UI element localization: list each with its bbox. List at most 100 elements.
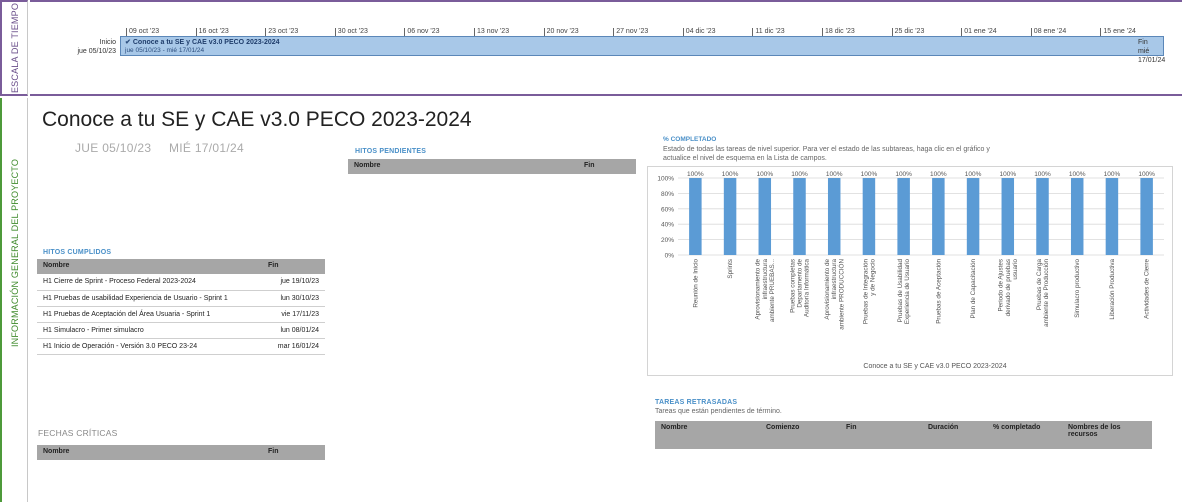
timeline-tick: 04 dic '23 bbox=[682, 28, 716, 36]
percent-complete-chart[interactable]: 0% 20% 40% 60% 80% 100% 100% Reunión de Inicio 1… bbox=[647, 166, 1173, 376]
chart-section-title: % COMPLETADO bbox=[663, 136, 717, 143]
data-label: 100% bbox=[791, 171, 808, 178]
timeline-end-date: mié 17/01/24 bbox=[1138, 48, 1166, 64]
x-category-label: Pruebas de Integracióny de Negocio bbox=[862, 259, 876, 325]
timeline-start: Inicio jue 05/10/23 bbox=[58, 38, 116, 56]
chart-bar bbox=[827, 178, 841, 255]
column-header-nombre: Nombre bbox=[348, 159, 578, 174]
y-tick-label: 60% bbox=[661, 206, 674, 213]
data-label: 100% bbox=[722, 171, 739, 178]
timeline-tick: 18 dic '23 bbox=[822, 28, 855, 36]
report-title: Conoce a tu SE y CAE v3.0 PECO 2023-2024 bbox=[42, 108, 472, 131]
timeline-tick: 11 dic '23 bbox=[752, 28, 785, 36]
chart-bar bbox=[1140, 178, 1153, 255]
chart-bar bbox=[932, 178, 945, 255]
milestone-end-cell: lun 08/01/24 bbox=[262, 322, 325, 339]
hitos-pendientes-title: HITOS PENDIENTES bbox=[355, 148, 427, 155]
timeline-side-label: ESCALA DE TIEMPO bbox=[9, 2, 20, 94]
table-header-row: Nombre Fin bbox=[348, 159, 636, 174]
x-category-label: Plan de Capacitación bbox=[970, 259, 977, 319]
milestone-end-cell: jue 19/10/23 bbox=[262, 274, 325, 291]
milestone-name-cell: H1 Cierre de Sprint - Proceso Federal 20… bbox=[37, 274, 262, 291]
x-category-label: Simulacro productivo bbox=[1074, 259, 1081, 318]
project-side-strip: INFORMACIÓN GENERAL DEL PROYECTO bbox=[0, 98, 28, 502]
fechas-criticas-title: FECHAS CRÍTICAS bbox=[38, 428, 118, 438]
chart-bar bbox=[793, 178, 806, 255]
tareas-retrasadas-title: TAREAS RETRASADAS bbox=[655, 399, 738, 406]
y-tick-label: 40% bbox=[661, 222, 674, 229]
table-header-row: Nombre Comienzo Fin Duración % completad… bbox=[655, 421, 1152, 449]
report-start-date: JUE 05/10/23 bbox=[75, 141, 152, 155]
column-header-comienzo: Comienzo bbox=[760, 421, 840, 449]
y-tick-label: 80% bbox=[661, 191, 674, 198]
x-category-label: Pruebas de UsabilidadExperiencia de Usua… bbox=[897, 259, 911, 325]
table-row[interactable]: H1 Simulacro - Primer simulacro lun 08/01… bbox=[37, 322, 325, 339]
data-label: 100% bbox=[1069, 171, 1086, 178]
hitos-pendientes-table[interactable]: Nombre Fin bbox=[348, 159, 636, 174]
hitos-cumplidos-title: HITOS CUMPLIDOS bbox=[43, 249, 112, 256]
x-category-label: Pruebas de Aceptación bbox=[935, 259, 942, 324]
timeline-tick: 01 ene '24 bbox=[961, 28, 997, 36]
report-dates: JUE 05/10/23 MIÉ 17/01/24 bbox=[75, 141, 258, 155]
data-label: 100% bbox=[687, 171, 704, 178]
table-row[interactable]: H1 Cierre de Sprint - Proceso Federal 20… bbox=[37, 274, 325, 291]
column-header-recursos: Nombres de los recursos bbox=[1062, 421, 1152, 449]
x-category-label: Reunión de Inicio bbox=[692, 259, 699, 308]
chart-bar bbox=[689, 178, 702, 255]
milestone-end-cell: lun 30/10/23 bbox=[262, 290, 325, 307]
table-row[interactable]: H1 Inicio de Operación - Versión 3.0 PEC… bbox=[37, 338, 325, 355]
chart-bar bbox=[1036, 178, 1049, 255]
data-label: 100% bbox=[1138, 171, 1155, 178]
data-label: 100% bbox=[965, 171, 982, 178]
y-tick-label: 0% bbox=[665, 253, 675, 260]
data-label: 100% bbox=[895, 171, 912, 178]
table-header-row: Nombre Fin bbox=[37, 445, 325, 460]
timeline-tick: 13 nov '23 bbox=[474, 28, 509, 36]
chart-bar bbox=[1070, 178, 1084, 255]
fechas-criticas-table[interactable]: Nombre Fin bbox=[37, 445, 325, 460]
timeline-tick: 27 nov '23 bbox=[613, 28, 648, 36]
x-category-label: Sprints bbox=[727, 259, 734, 279]
timeline-end: Fin mié 17/01/24 bbox=[1138, 38, 1178, 65]
chart-bar bbox=[723, 178, 737, 255]
project-side-label: INFORMACIÓN GENERAL DEL PROYECTO bbox=[9, 158, 20, 348]
timeline-tick: 08 ene '24 bbox=[1030, 28, 1066, 36]
x-axis-title: Conoce a tu SE y CAE v3.0 PECO 2023-2024 bbox=[863, 363, 1006, 370]
column-header-nombre: Nombre bbox=[37, 259, 262, 274]
chart-bar bbox=[862, 178, 876, 255]
timeline-tick: 20 nov '23 bbox=[543, 28, 579, 36]
x-category-label: Liberación Productiva bbox=[1109, 259, 1116, 320]
x-category-label: Actividades de Cierre bbox=[1144, 259, 1151, 319]
timeline[interactable]: 09 oct '23 16 oct '23 23 oct '23 30 oct '23… bbox=[30, 0, 1182, 96]
table-row[interactable]: H1 Pruebas de Aceptación del Área Usuari… bbox=[37, 306, 325, 323]
table-row[interactable]: H1 Pruebas de usabilidad Experiencia de … bbox=[37, 290, 325, 307]
x-category-label: Aprovisionamiento deinfraestructuraambie… bbox=[824, 259, 845, 330]
chart-svg: 0% 20% 40% 60% 80% 100% 100% Reunión de Inicio 1… bbox=[657, 171, 1164, 370]
column-header-fin: Fin bbox=[840, 421, 922, 449]
chart-bar bbox=[966, 178, 980, 255]
timeline-bar-dates: jue 05/10/23 - mié 17/01/24 bbox=[125, 47, 205, 54]
data-label: 100% bbox=[999, 171, 1016, 178]
timeline-end-label: Fin bbox=[1138, 39, 1148, 46]
timeline-side-strip: ESCALA DE TIEMPO bbox=[0, 0, 28, 96]
column-header-fin: Fin bbox=[578, 159, 636, 174]
tareas-retrasadas-table[interactable]: Nombre Comienzo Fin Duración % completad… bbox=[655, 421, 1152, 449]
timeline-project-bar[interactable]: ✔ Conoce a tu SE y CAE v3.0 PECO 2023-202… bbox=[120, 36, 1164, 56]
milestone-name-cell: H1 Pruebas de usabilidad Experiencia de … bbox=[37, 290, 262, 307]
chart-bar bbox=[897, 178, 910, 255]
data-label: 100% bbox=[1104, 171, 1121, 178]
timeline-bar-title-row: ✔ Conoce a tu SE y CAE v3.0 PECO 2023-202… bbox=[125, 38, 280, 46]
chart-section-description: Estado de todas las tareas de nivel supe… bbox=[663, 146, 990, 162]
x-category-label: Aprovisionamiento deinfraestructuraambie… bbox=[755, 259, 776, 322]
timeline-tick: 09 oct '23 bbox=[126, 28, 159, 36]
data-label: 100% bbox=[826, 171, 843, 178]
timeline-tick: 15 ene '24 bbox=[1100, 28, 1136, 36]
report-end-date: MIÉ 17/01/24 bbox=[168, 141, 244, 155]
y-tick-label: 20% bbox=[661, 237, 674, 244]
timeline-tick: 16 oct '23 bbox=[195, 28, 229, 36]
hitos-cumplidos-table[interactable]: Nombre Fin H1 Cierre de Sprint - Proceso… bbox=[37, 259, 325, 355]
chart-bar bbox=[758, 178, 772, 255]
column-header-fin: Fin bbox=[262, 259, 325, 274]
timeline-tick: 25 dic '23 bbox=[891, 28, 924, 36]
x-category-label: Pruebas completasDepartamento deAuditorí… bbox=[789, 259, 810, 318]
